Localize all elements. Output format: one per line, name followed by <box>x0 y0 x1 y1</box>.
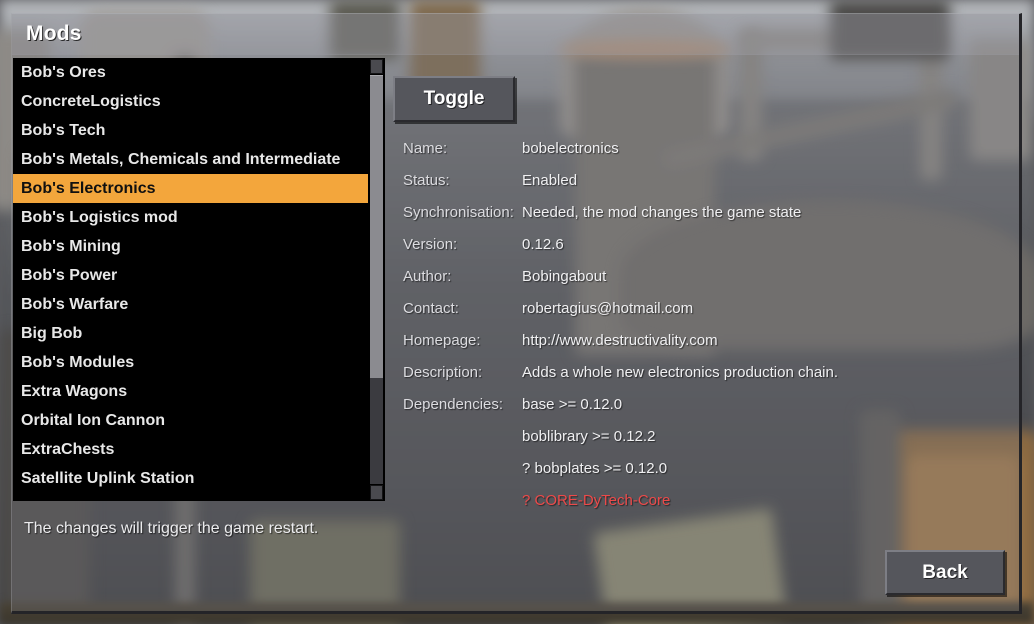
list-item[interactable]: Bob's Tech <box>13 116 368 145</box>
detail-label: Homepage: <box>403 332 481 349</box>
list-item[interactable]: Bob's Electronics <box>13 174 368 203</box>
detail-label: Status: <box>403 172 450 189</box>
detail-label: Version: <box>403 236 458 253</box>
list-item[interactable]: Bob's Metals, Chemicals and Intermediate <box>13 145 368 174</box>
detail-label: Description: <box>403 364 483 381</box>
detail-label: Synchronisation: <box>403 204 514 221</box>
dialog-title-bar: Mods <box>12 14 1019 55</box>
mods-dialog: Mods Bob's Ores ConcreteLogistics Bob's Te… <box>11 13 1022 614</box>
list-item[interactable]: Bob's Power <box>13 261 368 290</box>
detail-value: ? CORE-DyTech-Core <box>522 492 671 509</box>
scroll-up-icon[interactable] <box>370 59 383 74</box>
detail-row: Homepage: http://www.destructivality.com <box>403 332 1003 364</box>
detail-row: Author: Bobingabout <box>403 268 1003 300</box>
detail-row: Description: Adds a whole new electronics… <box>403 364 1003 396</box>
list-item[interactable]: Extra Wagons <box>13 377 368 406</box>
list-item[interactable]: Big Bob <box>13 319 368 348</box>
detail-label: Author: <box>403 268 452 285</box>
mod-list-panel: Bob's Ores ConcreteLogistics Bob's Tech Bob… <box>13 58 385 501</box>
list-item[interactable]: ConcreteLogistics <box>13 87 368 116</box>
detail-value: bobelectronics <box>522 140 619 157</box>
page-title: Mods <box>26 22 82 45</box>
detail-value: 0.12.6 <box>522 236 564 253</box>
detail-row: boblibrary >= 0.12.2 <box>403 428 1003 460</box>
detail-value: ? bobplates >= 0.12.0 <box>522 460 668 477</box>
list-item[interactable]: Bob's Modules <box>13 348 368 377</box>
mod-list[interactable]: Bob's Ores ConcreteLogistics Bob's Tech Bob… <box>13 58 368 501</box>
scrollbar-thumb[interactable] <box>370 75 383 378</box>
detail-value: boblibrary >= 0.12.2 <box>522 428 656 445</box>
detail-row: ? bobplates >= 0.12.0 <box>403 460 1003 492</box>
detail-value: Adds a whole new electronics production … <box>522 364 839 381</box>
list-item[interactable]: Orbital Ion Cannon <box>13 406 368 435</box>
detail-label: Dependencies: <box>403 396 504 413</box>
list-item[interactable]: Bob's Ores <box>13 58 368 87</box>
detail-value: robertagius@hotmail.com <box>522 300 694 317</box>
detail-value: Needed, the mod changes the game state <box>522 204 802 221</box>
detail-row: Dependencies: base >= 0.12.0 <box>403 396 1003 428</box>
list-item[interactable]: ExtraChests <box>13 435 368 464</box>
mod-list-scrollbar[interactable] <box>368 58 385 501</box>
detail-value: base >= 0.12.0 <box>522 396 623 413</box>
detail-value: Enabled <box>522 172 578 189</box>
mod-detail-fields: Name: bobelectronics Status: Enabled Synchro… <box>403 140 1003 524</box>
detail-value: Bobingabout <box>522 268 607 285</box>
restart-notice: The changes will trigger the game restar… <box>24 520 319 537</box>
detail-row: ? CORE-DyTech-Core <box>403 492 1003 524</box>
detail-row: Contact: robertagius@hotmail.com <box>403 300 1003 332</box>
detail-row: Version: 0.12.6 <box>403 236 1003 268</box>
detail-row: Name: bobelectronics <box>403 140 1003 172</box>
back-button[interactable]: Back <box>885 550 1005 595</box>
detail-value: http://www.destructivality.com <box>522 332 718 349</box>
scroll-down-icon[interactable] <box>370 485 383 500</box>
list-item[interactable]: Bob's Logistics mod <box>13 203 368 232</box>
list-item[interactable]: Bob's Warfare <box>13 290 368 319</box>
detail-row: Status: Enabled <box>403 172 1003 204</box>
detail-row: Synchronisation: Needed, the mod changes … <box>403 204 1003 236</box>
list-item[interactable]: Bob's Mining <box>13 232 368 261</box>
list-item[interactable]: Satellite Uplink Station <box>13 464 368 493</box>
toggle-button[interactable]: Toggle <box>393 76 515 122</box>
detail-label: Contact: <box>403 300 459 317</box>
detail-label: Name: <box>403 140 448 157</box>
scrollbar-track[interactable] <box>370 75 383 484</box>
